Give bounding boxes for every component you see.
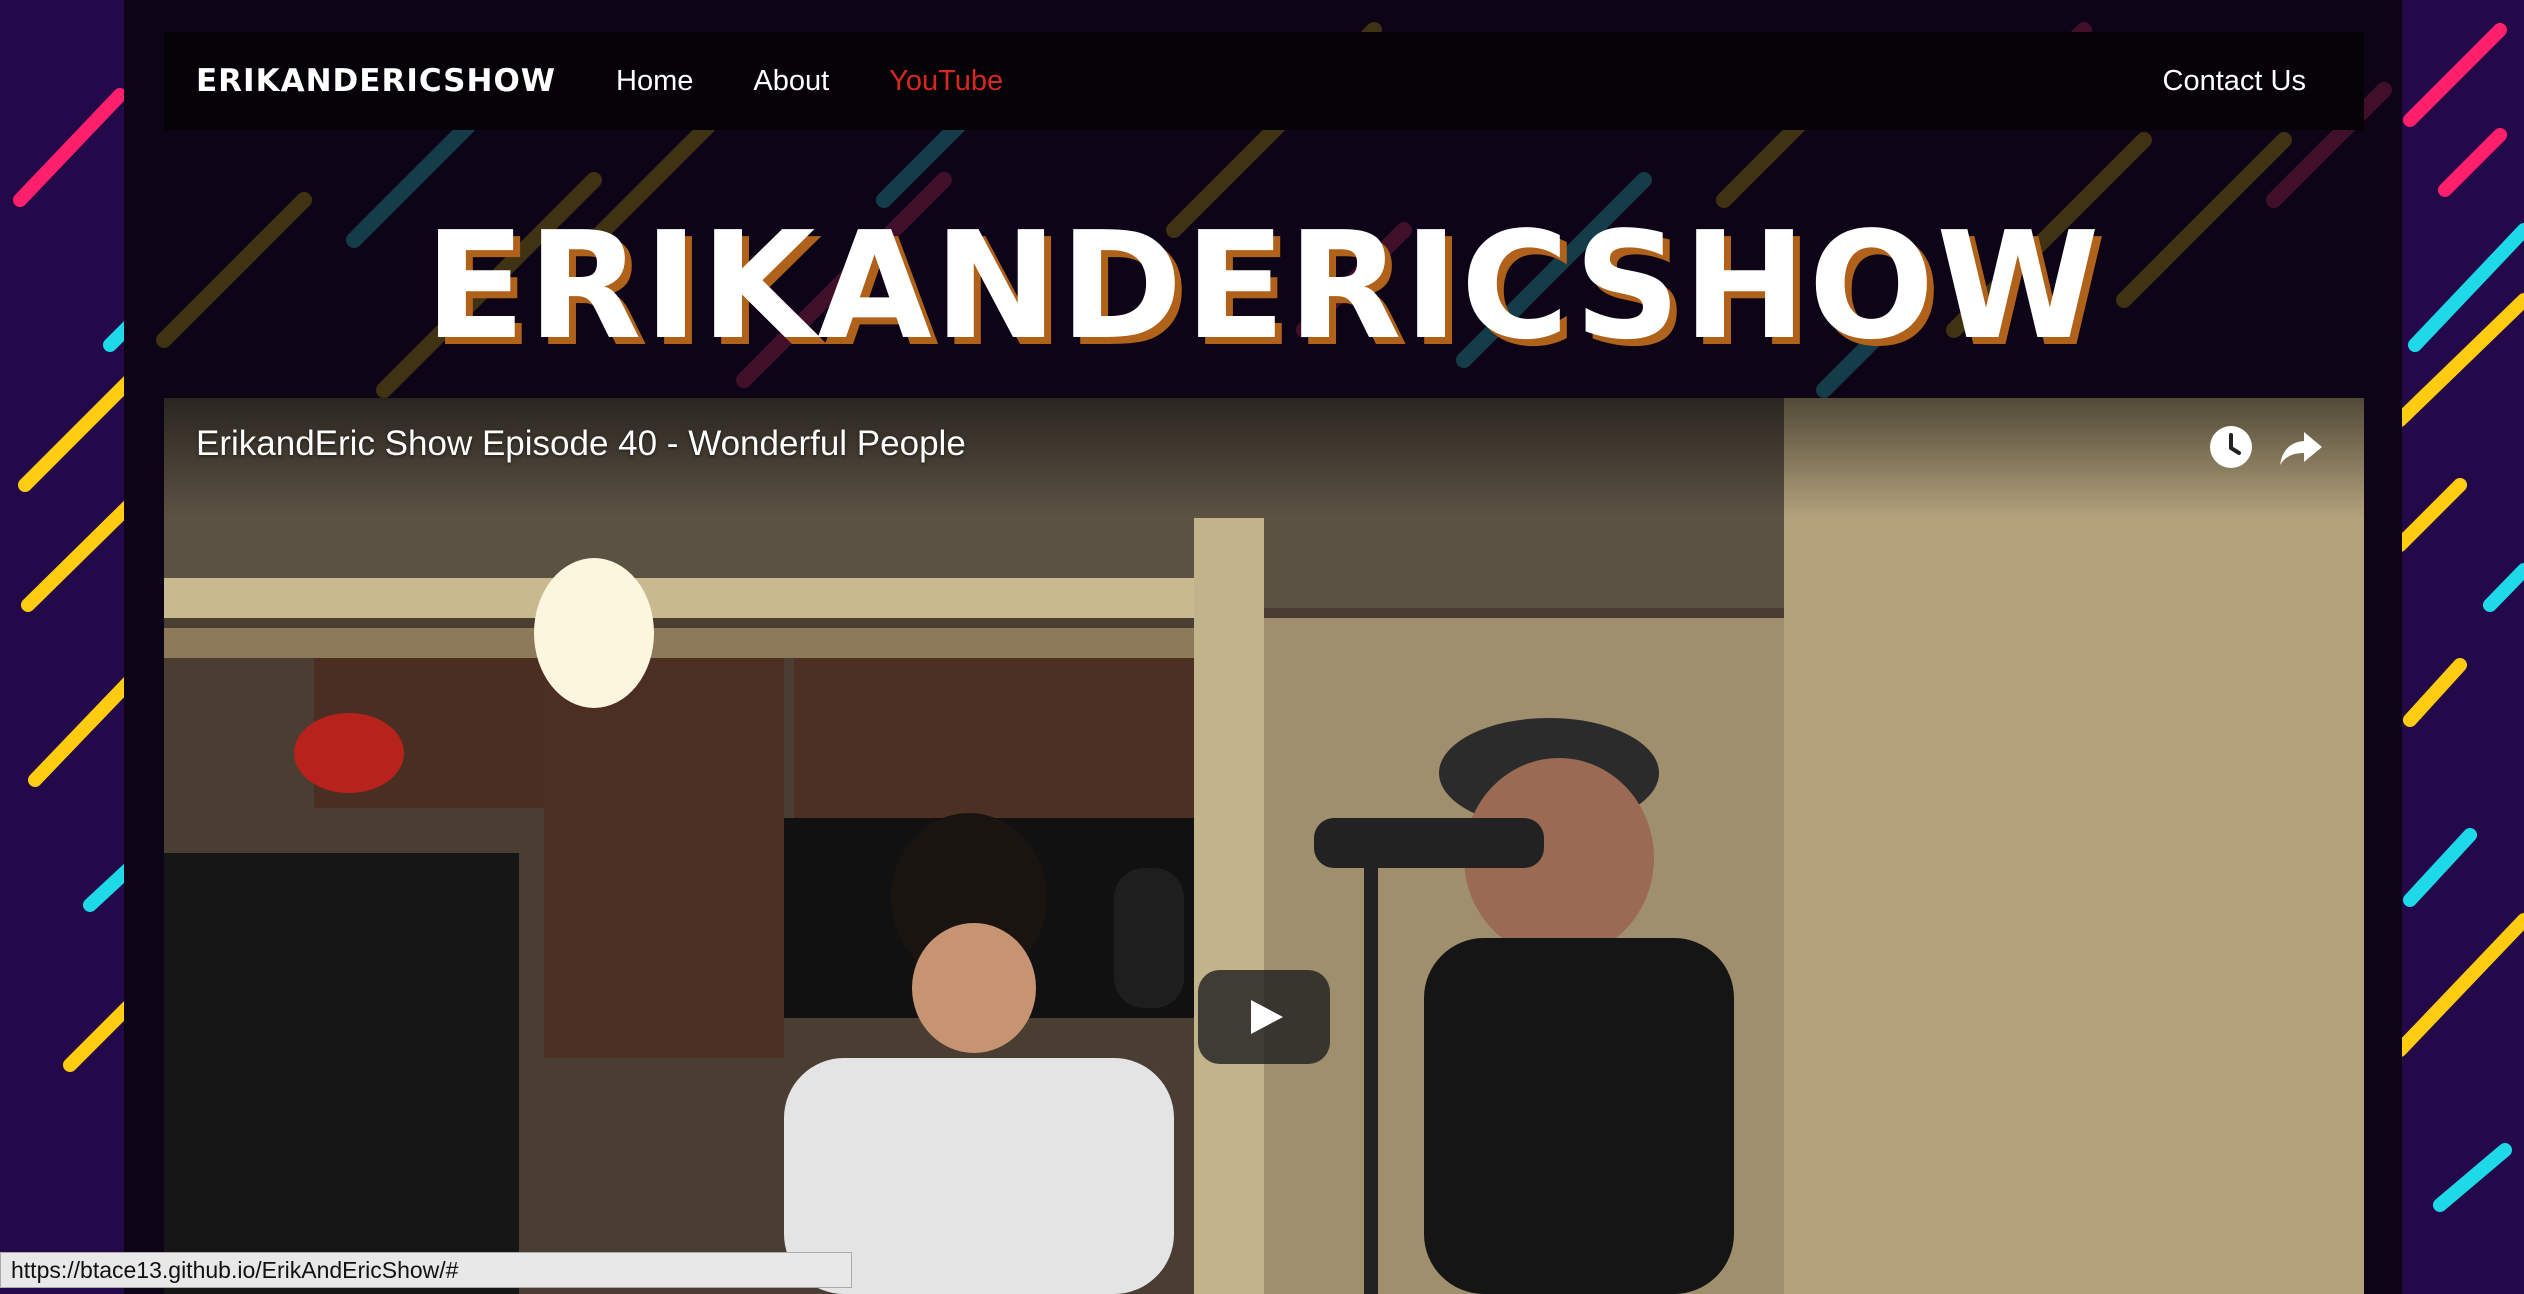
nav-link-contact[interactable]: Contact Us bbox=[2163, 65, 2306, 98]
play-button[interactable] bbox=[1198, 970, 1330, 1064]
nav-link-home[interactable]: Home bbox=[616, 65, 693, 98]
navbar: ERIKANDERICSHOW Home About YouTube Conta… bbox=[164, 32, 2364, 130]
video-thumbnail bbox=[164, 398, 2364, 1294]
hero-title: ERIKANDERICSHOW bbox=[424, 200, 2102, 372]
nav-link-about[interactable]: About bbox=[753, 65, 829, 98]
brand-logo[interactable]: ERIKANDERICSHOW bbox=[196, 63, 556, 99]
watch-later-icon[interactable] bbox=[2204, 420, 2258, 474]
play-icon bbox=[1251, 1000, 1283, 1034]
status-bar-url: https://btace13.github.io/ErikAndEricSho… bbox=[0, 1252, 852, 1288]
page-container: ERIKANDERICSHOW Home About YouTube Conta… bbox=[124, 0, 2402, 1294]
video-player[interactable]: ErikandEric Show Episode 40 - Wonderful … bbox=[164, 398, 2364, 1294]
share-icon[interactable] bbox=[2274, 420, 2328, 474]
nav-link-youtube[interactable]: YouTube bbox=[889, 65, 1003, 98]
video-title[interactable]: ErikandEric Show Episode 40 - Wonderful … bbox=[196, 424, 966, 464]
